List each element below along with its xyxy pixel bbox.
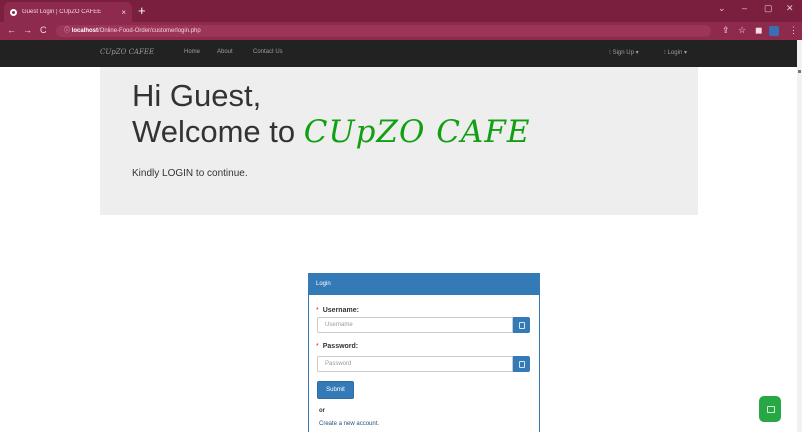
site-navbar: CUpZO CAFEE Home About Contact Us ⁝ Sign… (0, 40, 797, 67)
username-input[interactable]: Username (317, 317, 513, 333)
address-bar[interactable]: ⓘ localhost/Online-Food-Order/customerlo… (56, 25, 711, 37)
login-icon: ⁝ (664, 50, 666, 56)
nav-login[interactable]: ⁝ Login ▾ (664, 49, 687, 56)
bookmark-star-icon[interactable]: ☆ (738, 25, 746, 36)
login-panel-heading: Login (309, 274, 539, 295)
create-account-link[interactable]: Create a new account. (319, 421, 379, 427)
nav-about[interactable]: About (217, 49, 233, 55)
or-separator: or (319, 408, 325, 414)
submit-button[interactable]: Submit (317, 381, 354, 399)
user-icon (513, 317, 530, 333)
password-label-text: Password: (322, 343, 359, 350)
password-input[interactable]: Password (317, 356, 513, 372)
nav-login-label: Login (667, 50, 683, 56)
info-icon[interactable]: ⓘ (64, 28, 72, 34)
nav-sign-up[interactable]: ⁝ Sign Up ▾ (609, 49, 639, 56)
cafe-name: CUpZO CAFE (303, 114, 531, 150)
scroll-up-arrow-icon[interactable] (798, 70, 801, 73)
caret-down-icon: ▾ (635, 50, 639, 56)
minimize-window-button[interactable]: – (742, 3, 747, 13)
forward-button[interactable]: → (23, 25, 32, 35)
extension-icon[interactable]: ◼ (755, 25, 762, 36)
welcome-heading: Welcome to CUpZO CAFE (132, 114, 531, 150)
nav-sign-up-label: Sign Up (612, 50, 634, 56)
menu-icon[interactable]: ⋮ (789, 25, 798, 36)
site-brand[interactable]: CUpZO CAFEE (100, 48, 154, 56)
chevron-down-icon[interactable]: ⌄ (718, 3, 726, 14)
back-button[interactable]: ← (7, 25, 16, 35)
user-icon: ⁝ (609, 50, 611, 56)
restore-window-button[interactable]: ▢ (764, 3, 773, 14)
page-scrollbar[interactable] (797, 40, 802, 432)
nav-home[interactable]: Home (184, 49, 200, 55)
chrome-favicon-icon (10, 8, 17, 16)
new-tab-button[interactable]: + (138, 2, 146, 20)
url-path: /Online-Food-Order/customerlogin.php (98, 28, 201, 34)
required-mark: * (316, 343, 319, 350)
reload-button[interactable]: C (40, 25, 47, 35)
lock-icon (513, 356, 530, 372)
close-window-button[interactable]: ✕ (786, 3, 794, 14)
browser-tab[interactable]: Guest Login | CUpZO CAFEE × (4, 2, 132, 22)
welcome-prefix: Welcome to (132, 114, 304, 149)
username-label: * Username: (316, 307, 359, 314)
login-prompt: Kindly LOGIN to continue. (132, 168, 248, 179)
share-icon[interactable]: ⇪ (722, 25, 730, 36)
username-label-text: Username: (322, 307, 359, 314)
url-host: localhost (71, 28, 99, 34)
browser-toolbar: ← → C ⓘ localhost/Online-Food-Order/cust… (0, 22, 802, 40)
password-label: * Password: (316, 343, 358, 350)
profile-avatar[interactable] (769, 26, 779, 36)
welcome-jumbotron: Hi Guest, Welcome to CUpZO CAFE Kindly L… (100, 67, 698, 215)
tab-title: Guest Login | CUpZO CAFEE (22, 9, 102, 15)
greeting-heading: Hi Guest, (132, 78, 262, 113)
nav-contact-us[interactable]: Contact Us (253, 49, 283, 55)
login-panel: Login * Username: Username * Password: Pas… (308, 273, 540, 432)
tab-close-icon[interactable]: × (121, 8, 126, 17)
browser-tab-strip: Guest Login | CUpZO CAFEE × + ⌄ – ▢ ✕ (0, 0, 802, 22)
chat-button[interactable] (759, 396, 781, 422)
caret-down-icon: ▾ (683, 50, 687, 56)
required-mark: * (316, 307, 319, 314)
